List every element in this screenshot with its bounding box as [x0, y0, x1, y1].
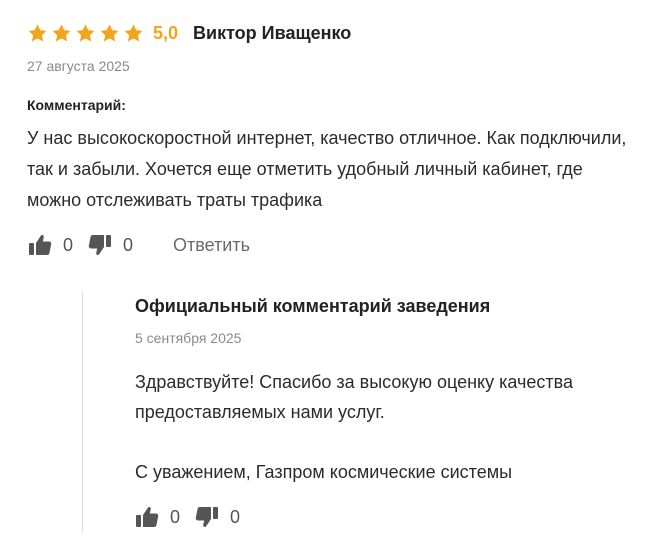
official-reply-date: 5 сентября 2025 [135, 330, 242, 346]
dislike-button[interactable]: 0 [87, 232, 133, 258]
reply-button[interactable]: Ответить [173, 235, 250, 256]
official-like-count: 0 [170, 506, 181, 527]
like-count: 0 [63, 234, 74, 255]
star-icon [51, 23, 72, 44]
official-dislike-button[interactable]: 0 [194, 504, 240, 530]
official-reply-actions: 0 0 [134, 503, 254, 531]
dislike-count: 0 [123, 234, 134, 255]
rating-value: 5,0 [153, 22, 179, 43]
comment-label: Комментарий: [27, 97, 126, 113]
official-reply-title: Официальный комментарий заведения [135, 296, 491, 316]
star-icon [99, 23, 120, 44]
comment-text: У нас высокоскоростной интернет, качеств… [27, 128, 627, 210]
thumbs-down-icon [195, 507, 219, 527]
star-icon [123, 23, 144, 44]
review-actions: 0 0 Ответить [27, 231, 250, 259]
author-name[interactable]: Виктор Иващенко [193, 23, 351, 44]
official-reply-greeting: Здравствуйте! Спасибо за высокую оценку … [135, 372, 574, 422]
star-icon [27, 23, 48, 44]
like-button[interactable]: 0 [27, 232, 73, 258]
review-date: 27 августа 2025 [27, 58, 130, 74]
official-dislike-count: 0 [230, 506, 241, 527]
official-reply-text: Здравствуйте! Спасибо за высокую оценку … [135, 367, 635, 487]
star-rating [27, 23, 147, 44]
review-header: 5,0 Виктор Иващенко [27, 21, 351, 45]
official-like-button[interactable]: 0 [134, 504, 180, 530]
official-reply-signature: С уважением, Газпром космические системы [135, 462, 513, 482]
thumbs-down-icon [88, 235, 112, 255]
star-icon [75, 23, 96, 44]
thumbs-up-icon [29, 235, 52, 255]
review-card: 5,0 Виктор Иващенко 27 августа 2025 Комм… [0, 0, 658, 538]
official-reply: Официальный комментарий заведения 5 сент… [82, 291, 633, 533]
thumbs-up-icon [136, 507, 159, 527]
